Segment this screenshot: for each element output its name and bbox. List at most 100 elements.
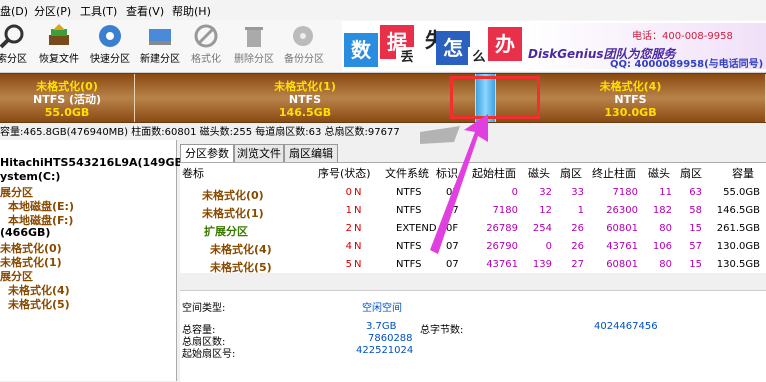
row-cell-es: 63 (689, 187, 702, 198)
col-start-sector[interactable]: 扇区 (560, 165, 582, 181)
row-volume-label: 扩展分区 (204, 225, 248, 238)
row-cell-id: 07 (446, 259, 459, 270)
row-cell-es: 58 (689, 205, 702, 216)
banner-char-1: 数 (344, 33, 378, 67)
col-seq[interactable]: 序号(状态) (318, 165, 371, 181)
row-cell-es: 15 (689, 259, 702, 270)
row-cell-sh: 12 (539, 205, 552, 216)
row-cell-state: N (354, 241, 362, 252)
row-cell-seq: 4 (345, 241, 352, 252)
start-sector-value: 422521024 (356, 345, 414, 356)
new-partition-icon (149, 29, 171, 45)
format-icon (194, 24, 218, 48)
col-start-head[interactable]: 磁头 (528, 165, 550, 181)
row-volume-label: 未格式化(4) (210, 243, 272, 256)
row-cell-cap: 261.5GB (716, 223, 760, 234)
row-cell-ec: 60801 (606, 259, 638, 270)
disk-tree[interactable]: HitachiHTS543216L9A(149GB) ystem(C:) 展分区… (0, 140, 188, 381)
tab-partition-params[interactable]: 分区参数 (180, 144, 234, 163)
row-cell-state: N (354, 223, 362, 234)
banner-char-3: 丢 (396, 47, 418, 69)
row-cell-ss: 26 (571, 223, 584, 234)
menu-disk[interactable]: 盘(D) (0, 3, 28, 19)
col-end-sector[interactable]: 扇区 (680, 165, 702, 181)
row-cell-eh: 80 (659, 223, 672, 234)
quick-partition-label: 快速分区 (90, 54, 130, 65)
row-volume-label: 未格式化(0) (202, 189, 264, 202)
row-cell-ss: 1 (577, 205, 584, 216)
annotation-arrow (420, 114, 488, 254)
row-cell-eh: 182 (652, 205, 672, 216)
total-sectors-value: 7860288 (368, 333, 413, 344)
quick-partition-button[interactable]: 快速分区 (84, 23, 136, 69)
menu-partition[interactable]: 分区(P) (34, 3, 71, 19)
row-cell-es: 15 (689, 223, 702, 234)
disk-partition-bar[interactable]: 未格式化(0) NTFS (活动) 55.0GB 未格式化(1) NTFS 14… (0, 73, 766, 123)
row-cell-ec: 7180 (612, 187, 638, 198)
menu-view[interactable]: 查看(V) (126, 3, 164, 19)
row-cell-state: N (354, 187, 362, 198)
col-end-head[interactable]: 磁头 (648, 165, 670, 181)
recover-files-button[interactable]: 恢复文件 (33, 23, 85, 69)
row-cell-sc: 43761 (486, 259, 518, 270)
search-icon (0, 24, 24, 49)
segment-1-fs: NTFS (288, 93, 322, 106)
format-label: 格式化 (191, 54, 221, 65)
segment-0-fs: NTFS (活动) (32, 93, 102, 106)
row-cell-es: 57 (689, 241, 702, 252)
space-type-label: 空间类型: (182, 303, 226, 314)
col-end-cyl[interactable]: 终止柱面 (592, 165, 636, 181)
col-label[interactable]: 卷标 (182, 165, 204, 181)
row-cell-state: N (354, 205, 362, 216)
menu-help[interactable]: 帮助(H) (172, 3, 211, 19)
menu-bar: 盘(D) 分区(P) 工具(T) 查看(V) 帮助(H) (0, 0, 766, 21)
row-cell-ss: 27 (571, 259, 584, 270)
delete-partition-button[interactable]: 删除分区 (228, 23, 280, 69)
row-cell-eh: 80 (659, 259, 672, 270)
format-button[interactable]: 格式化 (180, 23, 232, 69)
row-cell-sh: 254 (532, 223, 552, 234)
tab-sector-edit[interactable]: 扇区编辑 (284, 144, 338, 162)
backup-partition-icon (293, 26, 313, 46)
row-cell-ss: 33 (571, 187, 584, 198)
total-capacity-value: 3.7GB (366, 321, 397, 332)
row-cell-seq: 0 (345, 187, 352, 198)
row-cell-seq: 2 (345, 223, 352, 234)
segment-0-name: 未格式化(0) (36, 80, 98, 93)
recover-files-label: 恢复文件 (39, 54, 79, 65)
col-capacity[interactable]: 容量 (732, 165, 754, 181)
new-partition-button[interactable]: 新建分区 (134, 23, 186, 69)
tab-browse-files[interactable]: 浏览文件 (234, 144, 284, 162)
banner-char-5: 怎 (436, 31, 470, 65)
row-cell-ec: 26300 (606, 205, 638, 216)
start-sector-label: 起始扇区号: (182, 349, 236, 360)
tree-disk2[interactable]: (466GB) (0, 226, 50, 239)
recover-files-icon (49, 24, 69, 45)
tree-item-system[interactable]: ystem(C:) (0, 170, 60, 183)
banner-phone: 电话：400-008-9958 (632, 31, 733, 42)
segment-1-name: 未格式化(1) (274, 80, 336, 93)
backup-partition-button[interactable]: 备份分区 (278, 23, 330, 69)
disk-info-line: 容量:465.8GB(476940MB) 柱面数:60801 磁头数:255 每… (0, 127, 400, 138)
tree-disk-header[interactable]: HitachiHTS543216L9A(149GB) (0, 156, 188, 169)
row-cell-fs: NTFS (396, 259, 422, 270)
tree-item-unformatted-5[interactable]: 未格式化(5) (8, 296, 70, 312)
row-cell-sh: 139 (532, 259, 552, 270)
row-cell-ss: 26 (571, 241, 584, 252)
row-cell-seq: 5 (345, 259, 352, 270)
ad-banner[interactable]: 数 据 丢 失 怎 么 办 DiskGenius团队为您服务 电话：400-00… (342, 21, 766, 71)
menu-tools[interactable]: 工具(T) (80, 3, 117, 19)
segment-0-size: 55.0GB (44, 106, 90, 119)
row-cell-cap: 146.5GB (716, 205, 760, 216)
row-cell-eh: 11 (659, 187, 672, 198)
total-bytes-value: 4024467456 (594, 321, 658, 332)
row-cell-sh: 0 (545, 241, 552, 252)
row-cell-cap: 130.5GB (716, 259, 760, 270)
details-panel: 空间类型: 空闲空间 总容量: 3.7GB 总字节数: 4024467456 总… (180, 290, 766, 382)
row-cell-cap: 55.0GB (723, 187, 760, 198)
row-volume-label: 未格式化(5) (210, 261, 272, 274)
partition-segment-0[interactable]: 未格式化(0) NTFS (活动) 55.0GB (0, 74, 135, 122)
banner-char-6: 么 (468, 47, 490, 69)
row-cell-cap: 130.0GB (716, 241, 760, 252)
total-bytes-label: 总字节数: (420, 325, 464, 336)
